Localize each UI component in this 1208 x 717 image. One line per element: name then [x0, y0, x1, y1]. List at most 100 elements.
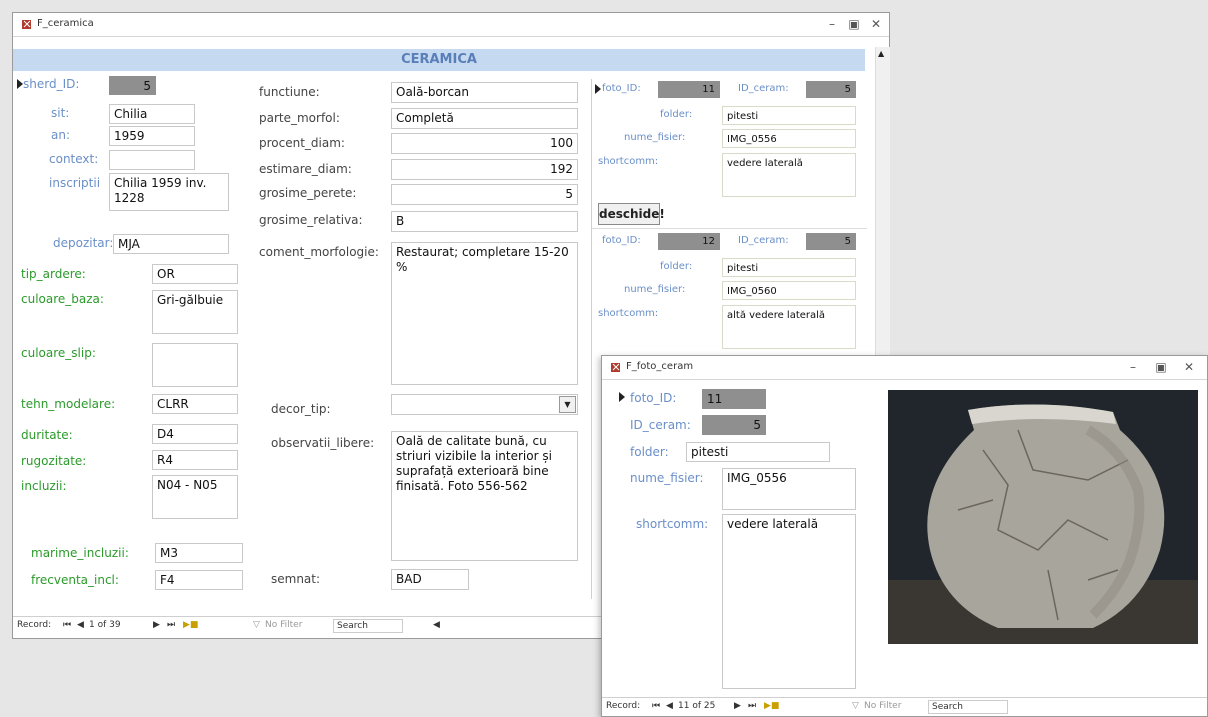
sub-foto-id-field[interactable]: 11: [658, 81, 720, 98]
sub-foto-id-field[interactable]: 12: [658, 233, 720, 250]
photo-nume-fisier-field[interactable]: IMG_0556: [722, 468, 856, 510]
photo-record-navigator: Record: ⏮ ◀ 11 of 25 ▶ ⏭ ▶■ ▽ No Filter …: [602, 697, 1207, 715]
main-window-title: F_ceramica: [37, 18, 94, 29]
inscriptii-label: inscriptii: [49, 176, 101, 190]
decor-tip-label: decor_tip:: [271, 402, 331, 416]
frecventa-incl-label: frecventa_incl:: [31, 573, 119, 587]
procent-diam-field[interactable]: 100: [391, 133, 578, 154]
no-filter-label[interactable]: No Filter: [864, 701, 901, 711]
last-record-icon[interactable]: ⏭: [167, 620, 175, 630]
maximize-icon[interactable]: ▣: [1150, 359, 1172, 375]
depozitar-field[interactable]: MJA: [113, 234, 229, 254]
photo-id-ceram-field[interactable]: 5: [702, 415, 766, 435]
photo-id-ceram-label: ID_ceram:: [630, 418, 691, 432]
deschide-button[interactable]: deschide!: [598, 203, 665, 225]
culoare-baza-field[interactable]: Gri-gălbuie: [152, 290, 238, 334]
functiune-field[interactable]: Oală-borcan: [391, 82, 578, 103]
photo-form-window: F_foto_ceram – ▣ ✕ foto_ID: 11 ID_ceram:…: [601, 355, 1208, 717]
semnat-field[interactable]: BAD: [391, 569, 469, 590]
close-icon[interactable]: ✕: [1178, 359, 1200, 375]
record-label: Record:: [17, 620, 52, 630]
record-selector-icon[interactable]: [16, 79, 23, 89]
new-record-icon[interactable]: ▶■: [183, 620, 198, 630]
context-label: context:: [49, 152, 99, 166]
record-position[interactable]: 11 of 25: [678, 701, 715, 711]
inscriptii-field[interactable]: Chilia 1959 inv. 1228: [109, 173, 229, 211]
photo-folder-field[interactable]: pitesti: [686, 442, 830, 462]
rugozitate-field[interactable]: R4: [152, 450, 238, 470]
tehn-modelare-field[interactable]: CLRR: [152, 394, 238, 414]
sub-id-ceram-field[interactable]: 5: [806, 233, 856, 250]
duritate-field[interactable]: D4: [152, 424, 238, 444]
photo-nume-fisier-label: nume_fisier:: [630, 471, 704, 485]
grosime-perete-field[interactable]: 5: [391, 184, 578, 205]
maximize-icon[interactable]: ▣: [843, 16, 865, 32]
sit-label: sit:: [51, 106, 70, 120]
coment-morfologie-field[interactable]: Restaurat; completare 15-20 %: [391, 242, 578, 385]
sub-nume-fisier-label: nume_fisier:: [624, 132, 686, 143]
semnat-label: semnat:: [271, 572, 321, 586]
culoare-slip-label: culoare_slip:: [21, 346, 96, 360]
sub-shortcomm-field[interactable]: vedere laterală: [722, 153, 856, 197]
observatii-libere-field[interactable]: Oală de calitate bună, cu striuri vizibi…: [391, 431, 578, 561]
marime-incluzii-field[interactable]: M3: [155, 543, 243, 563]
sub-id-ceram-field[interactable]: 5: [806, 81, 856, 98]
culoare-baza-label: culoare_baza:: [21, 292, 104, 306]
frecventa-incl-field[interactable]: F4: [155, 570, 243, 590]
prev-record-icon[interactable]: ◀: [666, 701, 673, 711]
coment-morfologie-label: coment_morfologie:: [259, 245, 379, 259]
sherd-id-field[interactable]: 5: [109, 76, 156, 95]
record-position[interactable]: 1 of 39: [89, 620, 121, 630]
minimize-icon[interactable]: –: [1122, 359, 1144, 375]
sub-folder-field[interactable]: pitesti: [722, 258, 856, 277]
record-selector-icon[interactable]: [594, 84, 601, 94]
dropdown-arrow-icon[interactable]: ▼: [559, 396, 576, 413]
photo-foto-id-label: foto_ID:: [630, 391, 677, 405]
first-record-icon[interactable]: ⏮: [652, 701, 660, 711]
grosime-relativa-field[interactable]: B: [391, 211, 578, 232]
sub-foto-id-label: foto_ID:: [602, 83, 641, 94]
sub-shortcomm-label: shortcomm:: [598, 308, 659, 319]
last-record-icon[interactable]: ⏭: [748, 701, 756, 711]
first-record-icon[interactable]: ⏮: [63, 620, 71, 630]
photo-foto-id-field[interactable]: 11: [702, 389, 766, 409]
search-input[interactable]: Search: [928, 700, 1008, 714]
next-record-icon[interactable]: ▶: [734, 701, 741, 711]
photo-shortcomm-field[interactable]: vedere laterală: [722, 514, 856, 689]
sub-nume-fisier-label: nume_fisier:: [624, 284, 686, 295]
vessel-image: [888, 390, 1198, 644]
search-input[interactable]: Search: [333, 619, 403, 633]
new-record-icon[interactable]: ▶■: [764, 701, 779, 711]
sit-field[interactable]: Chilia: [109, 104, 195, 124]
ceramic-vessel-photo: [888, 390, 1198, 644]
close-icon[interactable]: ✕: [865, 16, 887, 32]
scroll-left-arrow-icon[interactable]: ◀: [433, 620, 440, 630]
next-record-icon[interactable]: ▶: [153, 620, 160, 630]
prev-record-icon[interactable]: ◀: [77, 620, 84, 630]
sherd-id-label: sherd_ID:: [23, 77, 80, 91]
sub-id-ceram-label: ID_ceram:: [738, 83, 789, 94]
decor-tip-combobox[interactable]: [391, 394, 578, 415]
record-selector-icon[interactable]: [618, 392, 625, 402]
estimare-diam-field[interactable]: 192: [391, 159, 578, 180]
incluzii-field[interactable]: N04 - N05: [152, 475, 238, 519]
no-filter-label[interactable]: No Filter: [265, 620, 302, 630]
sub-shortcomm-label: shortcomm:: [598, 156, 659, 167]
tehn-modelare-label: tehn_modelare:: [21, 397, 116, 411]
sub-shortcomm-field[interactable]: altă vedere laterală: [722, 305, 856, 349]
no-filter-icon: ▽: [852, 701, 859, 711]
sub-nume-fisier-field[interactable]: IMG_0556: [722, 129, 856, 148]
estimare-diam-label: estimare_diam:: [259, 162, 352, 176]
culoare-slip-field[interactable]: [152, 343, 238, 387]
form-header: CERAMICA: [13, 49, 865, 71]
sub-folder-field[interactable]: pitesti: [722, 106, 856, 125]
incluzii-label: incluzii:: [21, 479, 67, 493]
tip-ardere-field[interactable]: OR: [152, 264, 238, 284]
scroll-up-arrow-icon[interactable]: ▲: [878, 49, 884, 58]
parte-morfol-field[interactable]: Completă: [391, 108, 578, 129]
subform-record: foto_ID: 11 ID_ceram: 5 folder: pitesti …: [592, 79, 867, 229]
context-field[interactable]: [109, 150, 195, 170]
sub-nume-fisier-field[interactable]: IMG_0560: [722, 281, 856, 300]
minimize-icon[interactable]: –: [821, 16, 843, 32]
an-field[interactable]: 1959: [109, 126, 195, 146]
